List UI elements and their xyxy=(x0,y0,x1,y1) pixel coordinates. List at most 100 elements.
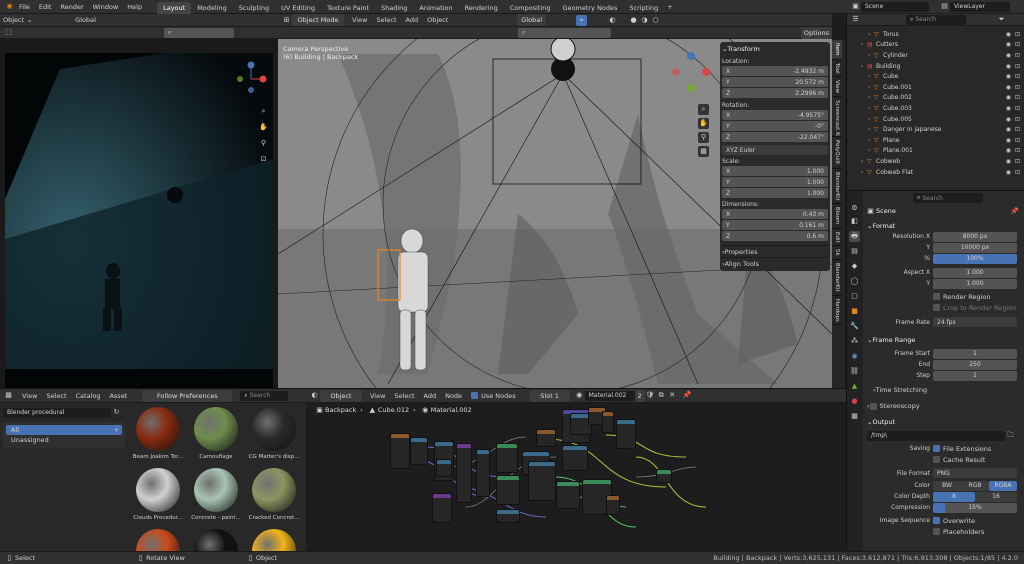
shader-node[interactable] xyxy=(602,411,614,433)
frame-rate-select[interactable]: 24 fps xyxy=(933,317,1017,327)
catalog-all[interactable]: All + xyxy=(6,425,122,435)
render-camera-icon[interactable]: ⊡ xyxy=(1015,147,1020,154)
viewport-search[interactable]: ⌕ xyxy=(518,27,611,38)
material-select[interactable]: Material.002 xyxy=(584,390,635,401)
pin-icon[interactable]: 📌 xyxy=(682,390,693,401)
shader-node[interactable] xyxy=(536,429,556,447)
constraints-tab-icon[interactable]: ⛓ xyxy=(849,366,860,377)
asset-menu-catalog[interactable]: Catalog xyxy=(76,392,101,400)
editor-type-icon[interactable]: ☰ xyxy=(850,14,861,25)
grid-icon[interactable]: ▦ xyxy=(698,146,709,157)
view-layer-tab-icon[interactable]: ▤ xyxy=(849,246,860,257)
checkbox[interactable] xyxy=(933,528,940,535)
aspect-x-field[interactable]: 1.000 xyxy=(933,267,1017,278)
visibility-eye-icon[interactable]: ◉ xyxy=(1006,41,1011,48)
align-tools-subpanel[interactable]: › Align Tools xyxy=(722,257,828,269)
world-tab-icon[interactable]: ◯ xyxy=(849,276,860,287)
npanel-tab[interactable]: View xyxy=(832,77,842,98)
scale-z[interactable]: Z 1.000 xyxy=(722,188,828,198)
checkbox[interactable] xyxy=(933,456,940,463)
tool-icon[interactable]: ⬚ xyxy=(3,27,14,38)
shader-node[interactable] xyxy=(556,481,580,509)
frame-step-field[interactable]: 1 xyxy=(933,370,1017,381)
outliner-item[interactable]: › ▽ Cylinder ◉ ⊡ xyxy=(847,50,1024,61)
options-button[interactable]: Options xyxy=(800,26,832,39)
camera-icon[interactable]: ⚲ xyxy=(698,132,709,143)
shader-node[interactable] xyxy=(390,433,410,469)
add-workspace-icon[interactable]: + xyxy=(667,3,672,11)
filter-icon[interactable]: ⏷ xyxy=(996,14,1007,25)
camera-orientation[interactable]: Global xyxy=(75,16,96,24)
asset-preview-sphere[interactable] xyxy=(194,529,238,552)
render-camera-icon[interactable]: ⊡ xyxy=(1015,126,1020,133)
shader-node[interactable] xyxy=(496,475,520,505)
asset-menu-view[interactable]: View xyxy=(22,392,37,400)
camera-search[interactable]: ⌕ xyxy=(164,27,234,38)
asset-preview-sphere[interactable] xyxy=(136,529,180,552)
outliner-item[interactable]: › ▽ Plane ◉ ⊡ xyxy=(847,135,1024,146)
shader-node[interactable] xyxy=(496,443,518,473)
render-camera-icon[interactable]: ⊡ xyxy=(1015,63,1020,70)
node-menu-add[interactable]: Add xyxy=(424,392,437,400)
menu-render[interactable]: Render xyxy=(60,3,83,11)
npanel-tab[interactable]: Item xyxy=(832,40,842,60)
rotation-z[interactable]: Z -22.047° xyxy=(722,132,828,142)
render-camera-icon[interactable]: ⊡ xyxy=(1015,105,1020,112)
tab-compositing[interactable]: Compositing xyxy=(504,2,557,14)
visibility-eye-icon[interactable]: ◉ xyxy=(1006,158,1011,165)
npanel-tab[interactable]: PolyQuilt xyxy=(832,137,842,169)
rotation-x[interactable]: X -4.9575° xyxy=(722,110,828,120)
asset-tile[interactable]: Concrete - paint... xyxy=(188,468,244,521)
tab-layout[interactable]: Layout xyxy=(157,1,192,14)
tab-geometry-nodes[interactable]: Geometry Nodes xyxy=(557,2,624,14)
library-select[interactable]: Blender procedural xyxy=(3,407,111,418)
data-tab-icon[interactable]: ▲ xyxy=(849,381,860,392)
node-menu-select[interactable]: Select xyxy=(394,392,414,400)
location-y[interactable]: Y 20.572 m xyxy=(722,77,828,87)
outliner-item[interactable]: › ▽ Danger in japanese ◉ ⊡ xyxy=(847,124,1024,135)
texture-tab-icon[interactable]: ▦ xyxy=(849,411,860,422)
output-tab-icon[interactable]: 🖶 xyxy=(849,231,860,242)
rotation-mode-select[interactable]: XYZ Euler xyxy=(722,145,828,155)
viewport-menu-select[interactable]: Select xyxy=(376,16,396,24)
particles-tab-icon[interactable]: ⁂ xyxy=(849,336,860,347)
use-nodes-checkbox[interactable] xyxy=(471,392,479,399)
file-format-select[interactable]: PNG xyxy=(933,468,1017,478)
visibility-eye-icon[interactable]: ◉ xyxy=(1006,105,1011,112)
visibility-eye-icon[interactable]: ◉ xyxy=(1006,116,1011,123)
asset-menu-select[interactable]: Select xyxy=(46,392,66,400)
tab-shading[interactable]: Shading xyxy=(375,2,413,14)
output-header[interactable]: ⌄ Output xyxy=(867,417,1021,427)
outliner-item[interactable]: › ▽ Cobweb Flat ◉ ⊡ xyxy=(847,167,1024,178)
visibility-eye-icon[interactable]: ◉ xyxy=(1006,169,1011,176)
asset-tile[interactable]: Camouflage xyxy=(188,407,244,460)
render-camera-icon[interactable]: ⊡ xyxy=(1015,84,1020,91)
time-stretching-subpanel[interactable]: › Time Stretching xyxy=(867,384,1021,395)
render-camera-icon[interactable]: ⊡ xyxy=(1015,41,1020,48)
visibility-eye-icon[interactable]: ◉ xyxy=(1006,52,1011,59)
mode-selector[interactable]: Object Mode xyxy=(292,14,344,26)
render-camera-icon[interactable]: ⊡ xyxy=(1015,169,1020,176)
render-camera-icon[interactable]: ⊡ xyxy=(1015,73,1020,80)
tab-scripting[interactable]: Scripting xyxy=(623,2,664,14)
res-y-field[interactable]: 10000 px xyxy=(933,242,1017,253)
outliner-search[interactable]: ⌕ Search xyxy=(906,14,966,25)
format-header[interactable]: ⌄ Format xyxy=(867,221,1021,231)
refresh-icon[interactable]: ↻ xyxy=(111,407,122,418)
add-catalog-icon[interactable]: + xyxy=(114,426,119,434)
frame-range-header[interactable]: ⌄ Frame Range xyxy=(867,335,1021,345)
shader-node[interactable] xyxy=(436,459,452,477)
pin-icon[interactable]: 📌 xyxy=(1011,207,1019,215)
zoom-icon[interactable]: ⌕ xyxy=(258,106,269,117)
dimensions-x[interactable]: X 0.43 m xyxy=(722,209,828,219)
compression-slider[interactable]: 15% xyxy=(933,502,1017,513)
shader-node[interactable] xyxy=(496,509,520,523)
shader-node[interactable] xyxy=(432,493,452,523)
viewport-menu-add[interactable]: Add xyxy=(406,16,419,24)
outliner-item[interactable]: › ▽ Plane.001 ◉ ⊡ xyxy=(847,146,1024,157)
npanel-tab[interactable]: Edit xyxy=(832,229,842,247)
users-count[interactable]: 2 xyxy=(634,389,645,402)
shader-node[interactable] xyxy=(616,419,636,449)
render-camera-icon[interactable]: ⊡ xyxy=(1015,94,1020,101)
depth-8[interactable]: 8 xyxy=(933,491,975,502)
